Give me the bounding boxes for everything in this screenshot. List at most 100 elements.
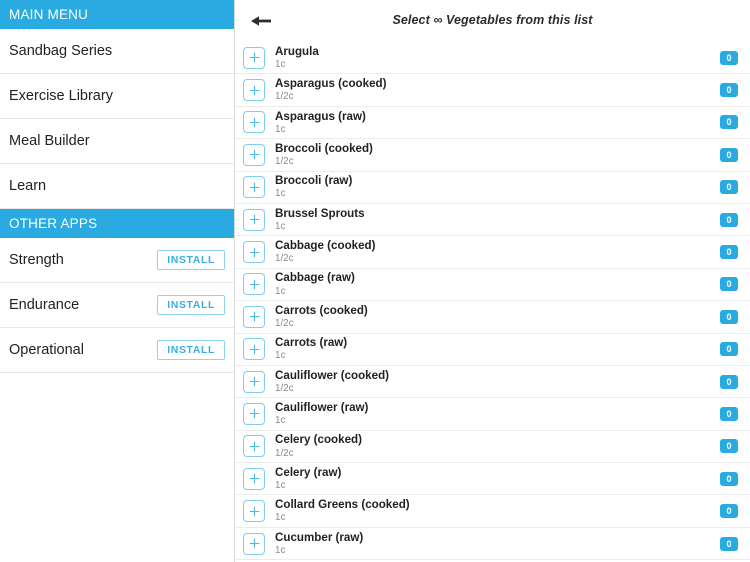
plus-icon xyxy=(249,344,260,355)
item-serving-size: 1/2c xyxy=(275,447,294,459)
list-item[interactable]: Arugula 1c 0 xyxy=(235,42,750,75)
install-button[interactable]: INSTALL xyxy=(157,249,225,271)
add-item-button[interactable] xyxy=(243,46,265,69)
sidebar-section-header-main-menu: MAIN MENU xyxy=(0,0,234,29)
list-item[interactable]: Collard Greens (cooked) 1c 0 xyxy=(235,495,750,528)
item-name: Arugula xyxy=(275,44,319,58)
add-item-button[interactable] xyxy=(243,208,265,231)
add-item-button[interactable] xyxy=(243,79,265,102)
app-root: MAIN MENU Sandbag Series Exercise Library… xyxy=(0,0,750,562)
item-count-badge: 0 xyxy=(720,406,738,421)
item-serving-size: 1/2c xyxy=(275,382,294,394)
sidebar-item-learn[interactable]: Learn xyxy=(0,164,234,209)
item-text: Cauliflower (cooked) 1/2c xyxy=(275,370,720,394)
add-item-button[interactable] xyxy=(243,500,265,523)
item-name: Celery (raw) xyxy=(275,465,342,479)
item-count-badge: 0 xyxy=(720,504,738,519)
sidebar-item-sandbag-series[interactable]: Sandbag Series xyxy=(0,29,234,74)
item-count-badge: 0 xyxy=(720,212,738,227)
sidebar-item-operational[interactable]: Operational INSTALL xyxy=(0,328,234,373)
item-name: Asparagus (cooked) xyxy=(275,77,387,91)
sidebar-item-strength[interactable]: Strength INSTALL xyxy=(0,238,234,283)
sidebar-section-header-other-apps: OTHER APPS xyxy=(0,209,234,238)
item-count-badge: 0 xyxy=(720,277,738,292)
sidebar: MAIN MENU Sandbag Series Exercise Library… xyxy=(0,0,235,562)
top-bar: Select ∞ Vegetables from this list xyxy=(235,0,750,42)
item-text: Celery (raw) 1c xyxy=(275,467,720,491)
list-item[interactable]: Cauliflower (cooked) 1/2c 0 xyxy=(235,365,750,399)
arrow-left-icon xyxy=(250,14,272,28)
item-serving-size: 1c xyxy=(275,415,286,427)
item-text: Arugula 1c xyxy=(275,46,720,70)
item-name: Brussel Sprouts xyxy=(275,206,365,220)
list-item[interactable]: Brussel Sprouts 1c 0 xyxy=(235,203,750,237)
add-item-button[interactable] xyxy=(243,176,265,199)
vegetable-list[interactable]: Arugula 1c 0 Asparagus (cooked) 1/2c 0 Asparag… xyxy=(235,42,750,562)
plus-icon xyxy=(249,214,260,225)
list-item[interactable]: Cabbage (cooked) 1/2c 0 xyxy=(235,236,750,269)
list-item[interactable]: Celery (raw) 1c 0 xyxy=(235,463,750,496)
list-item[interactable]: Carrots (cooked) 1/2c 0 xyxy=(235,301,750,334)
item-serving-size: 1c xyxy=(275,58,286,70)
add-item-button[interactable] xyxy=(243,435,265,458)
item-text: Cauliflower (raw) 1c xyxy=(275,402,720,426)
item-serving-size: 1c xyxy=(275,350,286,362)
item-name: Broccoli (raw) xyxy=(275,174,353,188)
sidebar-item-exercise-library[interactable]: Exercise Library xyxy=(0,74,234,119)
plus-icon xyxy=(249,149,260,160)
add-item-button[interactable] xyxy=(243,338,265,361)
add-item-button[interactable] xyxy=(243,143,265,166)
item-count-badge: 0 xyxy=(720,245,738,260)
plus-icon xyxy=(249,311,260,322)
list-item[interactable]: Broccoli (cooked) 1/2c 0 xyxy=(235,139,750,172)
add-item-button[interactable] xyxy=(243,402,265,425)
item-count-badge: 0 xyxy=(720,342,738,357)
add-item-button[interactable] xyxy=(243,111,265,134)
add-item-button[interactable] xyxy=(243,273,265,296)
sidebar-item-meal-builder[interactable]: Meal Builder xyxy=(0,119,234,164)
item-text: Collard Greens (cooked) 1c xyxy=(275,499,720,523)
item-name: Broccoli (cooked) xyxy=(275,141,373,155)
item-name: Cabbage (raw) xyxy=(275,271,355,285)
item-text: Cabbage (cooked) 1/2c xyxy=(275,240,720,264)
list-item[interactable]: Cabbage (raw) 1c 0 xyxy=(235,268,750,302)
list-item[interactable]: Celery (cooked) 1/2c 0 xyxy=(235,430,750,464)
sidebar-item-endurance[interactable]: Endurance INSTALL xyxy=(0,283,234,328)
main-content: Select ∞ Vegetables from this list Arugu… xyxy=(235,0,750,562)
install-button[interactable]: INSTALL xyxy=(157,339,225,361)
item-name: Cauliflower (cooked) xyxy=(275,368,390,382)
sidebar-main-menu-list: Sandbag Series Exercise Library Meal Build… xyxy=(0,29,234,209)
item-serving-size: 1c xyxy=(275,285,286,297)
list-item[interactable]: Asparagus (cooked) 1/2c 0 xyxy=(235,74,750,107)
item-name: Cabbage (cooked) xyxy=(275,239,376,253)
plus-icon xyxy=(249,441,260,452)
back-button[interactable] xyxy=(242,2,280,40)
item-name: Carrots (raw) xyxy=(275,336,348,350)
list-item[interactable]: Cauliflower (raw) 1c 0 xyxy=(235,398,750,431)
add-item-button[interactable] xyxy=(243,241,265,264)
add-item-button[interactable] xyxy=(243,532,265,555)
plus-icon xyxy=(249,376,260,387)
item-name: Celery (cooked) xyxy=(275,433,362,447)
add-item-button[interactable] xyxy=(243,305,265,328)
item-name: Carrots (cooked) xyxy=(275,303,368,317)
item-serving-size: 1c xyxy=(275,188,286,200)
list-item[interactable]: Carrots (raw) 1c 0 xyxy=(235,333,750,366)
install-button[interactable]: INSTALL xyxy=(157,294,225,316)
item-text: Cabbage (raw) 1c xyxy=(275,272,720,296)
item-serving-size: 1c xyxy=(275,544,286,556)
item-serving-size: 1/2c xyxy=(275,156,294,168)
list-item[interactable]: Broccoli (raw) 1c 0 xyxy=(235,171,750,204)
item-count-badge: 0 xyxy=(720,536,738,551)
add-item-button[interactable] xyxy=(243,370,265,393)
item-serving-size: 1c xyxy=(275,123,286,135)
item-text: Broccoli (raw) 1c xyxy=(275,175,720,199)
list-item[interactable]: Asparagus (raw) 1c 0 xyxy=(235,106,750,140)
item-text: Carrots (cooked) 1/2c xyxy=(275,305,720,329)
sidebar-item-label: Exercise Library xyxy=(9,88,113,104)
sidebar-item-label: Operational xyxy=(9,342,84,358)
add-item-button[interactable] xyxy=(243,467,265,490)
list-item[interactable]: Cucumber (raw) 1c 0 xyxy=(235,527,750,561)
plus-icon xyxy=(249,473,260,484)
plus-icon xyxy=(249,247,260,258)
